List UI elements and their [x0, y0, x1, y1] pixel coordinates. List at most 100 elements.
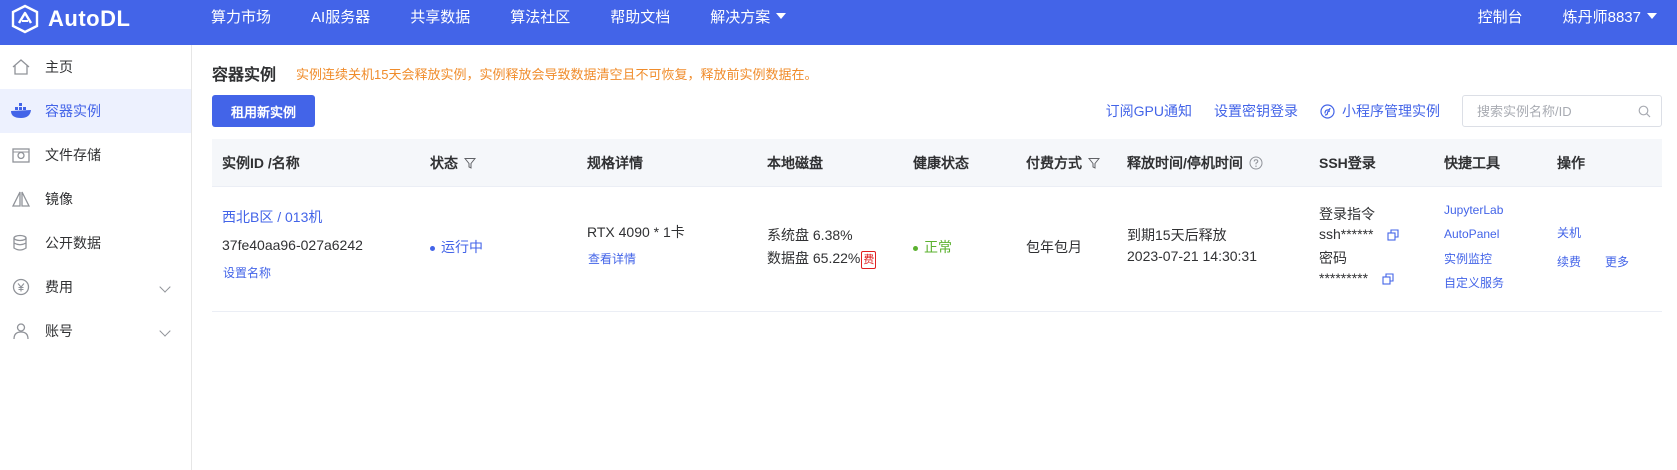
user-icon: [10, 320, 32, 342]
title-row: 容器实例 实例连续关机15天会释放实例，实例释放会导致数据清空且不可恢复，释放前…: [212, 61, 817, 85]
nav-compute-market[interactable]: 算力市场: [211, 6, 271, 27]
mini-program-label: 小程序管理实例: [1342, 103, 1440, 119]
console-link[interactable]: 控制台: [1478, 6, 1523, 27]
set-name-link[interactable]: 设置名称: [223, 264, 271, 281]
shutdown-button[interactable]: 关机: [1557, 224, 1581, 241]
data-disk-text: 数据盘 65.22%: [767, 250, 861, 266]
header-billing-label: 付费方式: [1026, 155, 1082, 171]
sidebar-item-public-data[interactable]: 公开数据: [0, 221, 191, 265]
tool-monitor-link[interactable]: 实例监控: [1444, 250, 1492, 267]
header-ssh: SSH登录: [1319, 155, 1376, 171]
nav-help-docs[interactable]: 帮助文档: [610, 6, 670, 27]
instance-table: 实例ID /名称 状态 规格详情 本地磁盘 健康状态 付费方式 释放时间/停机时…: [212, 139, 1662, 312]
sidebar-item-label: 主页: [45, 59, 73, 75]
tool-custom-service-link[interactable]: 自定义服务: [1444, 274, 1504, 291]
search-icon[interactable]: [1638, 105, 1651, 118]
instance-search: [1462, 95, 1662, 127]
more-actions-button[interactable]: 更多: [1605, 253, 1629, 270]
filter-icon[interactable]: [464, 157, 476, 169]
copy-icon[interactable]: [1387, 229, 1399, 241]
home-icon: [10, 56, 32, 78]
instance-region-link[interactable]: 西北B区 / 013机: [222, 207, 322, 227]
user-menu[interactable]: 炼丹师8837: [1563, 6, 1657, 27]
header-actions: 操作: [1557, 155, 1585, 171]
release-warning: 实例连续关机15天会释放实例，实例释放会导致数据清空且不可恢复，释放前实例数据在…: [296, 66, 818, 82]
ssh-password-label: 密码: [1319, 250, 1347, 266]
health-status: 正常: [913, 237, 952, 257]
autodl-logo-icon: [11, 4, 39, 34]
main-nav: 算力市场 AI服务器 共享数据 算法社区 帮助文档 解决方案: [211, 0, 826, 32]
ssh-command-label: 登录指令: [1319, 206, 1375, 222]
chevron-down-icon: [159, 325, 171, 337]
subscribe-gpu-link[interactable]: 订阅GPU通知: [1106, 101, 1192, 121]
nav-ai-servers[interactable]: AI服务器: [311, 6, 370, 27]
copy-icon[interactable]: [1382, 273, 1394, 285]
table-header: 实例ID /名称 状态 规格详情 本地磁盘 健康状态 付费方式 释放时间/停机时…: [212, 139, 1662, 187]
health-dot-icon: [913, 245, 918, 251]
yuan-icon: [10, 276, 32, 298]
ssh-command-text: ssh******: [1319, 226, 1374, 242]
data-disk-usage: 数据盘 65.22% 费: [767, 248, 877, 269]
release-time: 2023-07-21 14:30:31: [1127, 248, 1257, 264]
sidebar-item-containers[interactable]: 容器实例: [0, 89, 191, 133]
chevron-down-icon: [159, 281, 171, 293]
database-icon: [10, 232, 32, 254]
sidebar-item-label: 公开数据: [45, 235, 101, 251]
instance-toolbar: 订阅GPU通知 设置密钥登录 小程序管理实例: [1106, 95, 1662, 127]
search-input[interactable]: [1477, 103, 1637, 119]
ssh-command: ssh******: [1319, 226, 1399, 242]
tool-autopanel-link[interactable]: AutoPanel: [1444, 227, 1499, 241]
system-disk-usage: 系统盘 6.38%: [767, 227, 853, 243]
header-release-time: 释放时间/停机时间: [1127, 139, 1263, 187]
release-note: 到期15天后释放: [1127, 227, 1227, 243]
mini-program-icon: [1320, 103, 1335, 119]
username: 炼丹师8837: [1562, 8, 1641, 26]
header-tools: 快捷工具: [1444, 155, 1500, 171]
header-status: 状态: [430, 139, 476, 187]
rent-new-instance-button[interactable]: 租用新实例: [212, 95, 315, 127]
header-disk: 本地磁盘: [767, 155, 823, 171]
health-text: 正常: [924, 239, 952, 255]
ssh-password: *********: [1319, 270, 1394, 286]
filter-icon[interactable]: [1088, 157, 1100, 169]
sidebar-item-file-storage[interactable]: 文件存储: [0, 133, 191, 177]
fee-badge[interactable]: 费: [861, 251, 877, 269]
sidebar-item-images[interactable]: 镜像: [0, 177, 191, 221]
header-health: 健康状态: [913, 155, 969, 171]
tool-jupyterlab-link[interactable]: JupyterLab: [1444, 203, 1503, 217]
ssh-password-text: *********: [1319, 270, 1369, 286]
table-row: 西北B区 / 013机 37fe40aa96-027a6242 设置名称 运行中…: [212, 187, 1662, 312]
sidebar-item-account[interactable]: 账号: [0, 309, 191, 353]
header-id-name: 实例ID /名称: [222, 155, 300, 171]
nav-solutions[interactable]: 解决方案: [710, 6, 787, 27]
sidebar-item-home[interactable]: 主页: [0, 45, 191, 89]
sidebar-item-label: 账号: [45, 323, 73, 339]
caret-down-icon: [1647, 13, 1657, 19]
sidebar-item-label: 文件存储: [45, 147, 101, 163]
header-spec: 规格详情: [587, 155, 643, 171]
image-icon: [10, 188, 32, 210]
nav-algorithm-community[interactable]: 算法社区: [510, 6, 570, 27]
sidebar-item-billing[interactable]: 费用: [0, 265, 191, 309]
set-key-login-link[interactable]: 设置密钥登录: [1214, 101, 1298, 121]
instance-id: 37fe40aa96-027a6242: [222, 237, 363, 253]
renew-button[interactable]: 续费: [1557, 253, 1581, 270]
top-nav-bar: AutoDL 算力市场 AI服务器 共享数据 算法社区 帮助文档 解决方案 控制…: [0, 0, 1677, 45]
status-badge: 运行中: [430, 237, 483, 257]
logo[interactable]: AutoDL: [10, 4, 130, 34]
container-icon: [10, 100, 32, 122]
caret-down-icon: [776, 13, 787, 19]
status-dot-icon: [430, 245, 435, 251]
storage-icon: [10, 144, 32, 166]
sidebar-item-label: 费用: [45, 279, 73, 295]
top-right-menu: 控制台 炼丹师8837: [1478, 0, 1657, 32]
mini-program-link[interactable]: 小程序管理实例: [1320, 101, 1440, 121]
header-status-label: 状态: [430, 155, 458, 171]
header-release-time-label: 释放时间/停机时间: [1127, 155, 1243, 171]
header-billing: 付费方式: [1026, 139, 1100, 187]
page-title: 容器实例: [212, 67, 277, 84]
nav-solutions-label: 解决方案: [710, 8, 771, 26]
help-icon[interactable]: [1249, 156, 1263, 170]
nav-shared-data[interactable]: 共享数据: [410, 6, 470, 27]
view-details-link[interactable]: 查看详情: [588, 250, 636, 267]
